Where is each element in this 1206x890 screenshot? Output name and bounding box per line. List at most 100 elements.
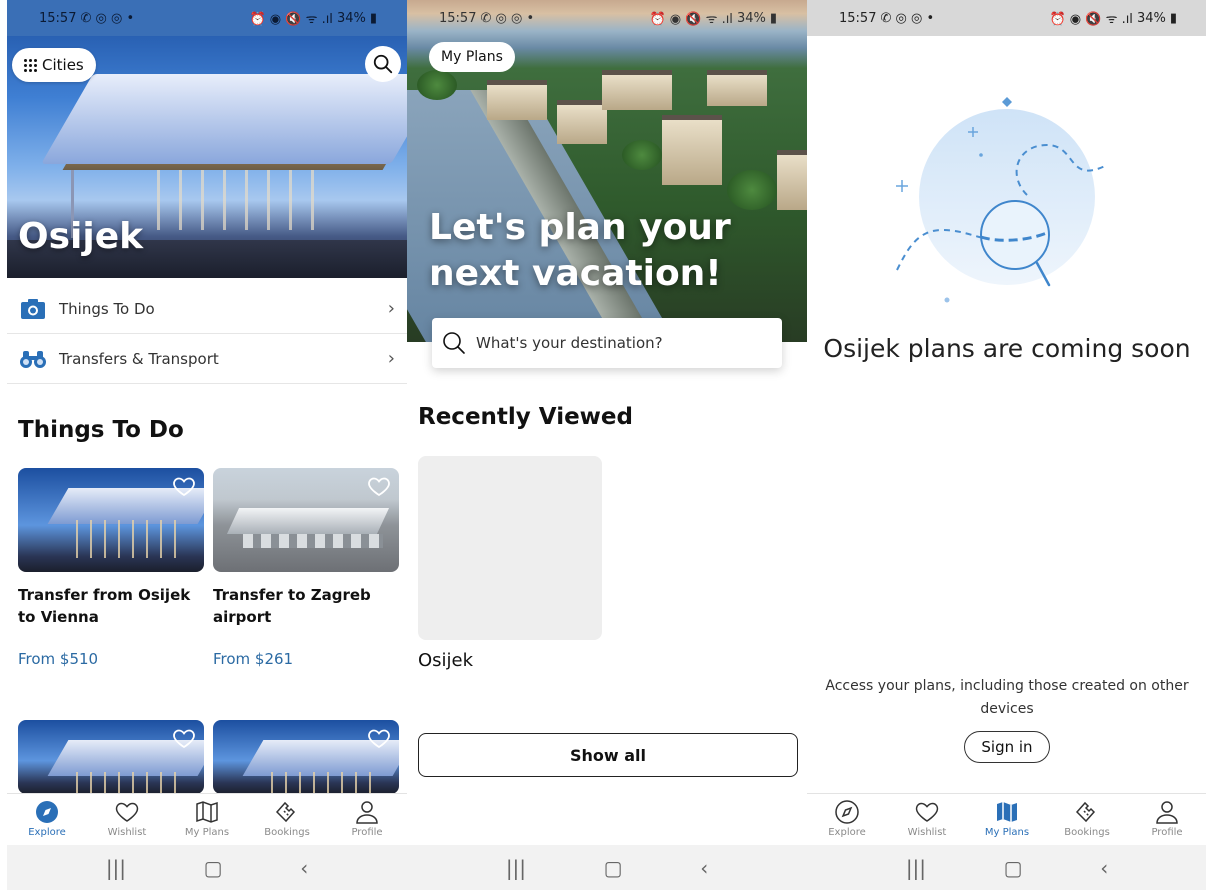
tab-label: Bookings	[1064, 827, 1110, 838]
status-bar: 15:57 ✆ ◎ ◎ • ⏰ ◉ 🔇 ᯤ .ıl 34% ▮	[7, 0, 407, 36]
activity-price: From $261	[213, 650, 294, 668]
activity-image	[213, 720, 399, 794]
destination-search[interactable]: What's your destination?	[432, 318, 782, 368]
sign-in-button[interactable]: Sign in	[964, 731, 1050, 763]
person-icon	[356, 801, 378, 824]
activity-card[interactable]	[18, 720, 204, 794]
tab-wishlist[interactable]: Wishlist	[887, 794, 967, 845]
battery-icon: ▮	[369, 10, 377, 26]
search-button[interactable]	[365, 46, 401, 82]
activity-image	[18, 720, 204, 794]
recent-apps-icon[interactable]: |||	[506, 856, 526, 880]
grid-icon	[24, 58, 37, 72]
heart-icon[interactable]	[367, 726, 391, 750]
tab-label: Profile	[1151, 827, 1183, 838]
cities-label: Cities	[42, 56, 84, 74]
system-icons: ⏰ ◉ 🔇 ᯤ .ıl	[649, 12, 733, 27]
search-placeholder: What's your destination?	[476, 334, 663, 352]
battery-icon: ▮	[769, 10, 777, 26]
tab-bookings[interactable]: Bookings	[1047, 794, 1127, 845]
tab-my-plans[interactable]: My Plans	[967, 794, 1047, 845]
map-search-illustration	[896, 97, 1108, 303]
notification-icons: ✆ ◎ ◎ •	[480, 10, 535, 26]
status-time: 15:57	[439, 10, 477, 26]
city-title: Osijek	[18, 216, 144, 257]
heart-icon[interactable]	[172, 726, 196, 750]
coming-soon-message: Osijek plans are coming soon	[823, 334, 1191, 363]
binoculars-icon	[19, 348, 47, 370]
tab-wishlist[interactable]: Wishlist	[87, 794, 167, 845]
my-plans-empty-screen: 15:57 ✆ ◎ ◎ • ⏰ ◉ 🔇 ᯤ .ıl 34% ▮ Osijek plan…	[807, 0, 1206, 890]
battery-level: 34%	[1136, 10, 1166, 26]
compass-icon	[36, 801, 58, 823]
battery-level: 34%	[336, 10, 366, 26]
row-label: Transfers & Transport	[59, 349, 219, 368]
system-icons: ⏰ ◉ 🔇 ᯤ .ıl	[249, 12, 333, 27]
status-time: 15:57	[839, 10, 877, 26]
notification-icons: ✆ ◎ ◎ •	[80, 10, 135, 26]
activity-price: From $510	[18, 650, 99, 668]
back-icon[interactable]: ‹	[300, 856, 308, 880]
heart-icon[interactable]	[172, 474, 196, 498]
tab-label: My Plans	[984, 827, 1030, 838]
home-icon[interactable]: ▢	[204, 856, 223, 880]
heart-icon	[115, 802, 139, 822]
activity-card[interactable]	[213, 720, 399, 794]
home-icon[interactable]: ▢	[1004, 856, 1023, 880]
my-plans-screen: 15:57 ✆ ◎ ◎ • ⏰ ◉ 🔇 ᯤ .ıl 34% ▮ My Plans Le…	[407, 0, 807, 890]
map-icon	[196, 801, 218, 823]
person-icon	[1156, 801, 1178, 824]
recent-item-image[interactable]	[418, 456, 602, 640]
battery-level: 34%	[736, 10, 766, 26]
system-icons: ⏰ ◉ 🔇 ᯤ .ıl	[1049, 12, 1133, 27]
tab-profile[interactable]: Profile	[327, 794, 407, 845]
tab-label: Bookings	[264, 827, 310, 838]
back-icon[interactable]: ‹	[700, 856, 708, 880]
map-icon	[997, 802, 1017, 822]
recent-item-label[interactable]: Osijek	[418, 650, 473, 671]
tab-label: Wishlist	[907, 827, 947, 838]
heart-icon	[915, 802, 939, 822]
notification-icons: ✆ ◎ ◎ •	[880, 10, 935, 26]
row-things-to-do[interactable]: Things To Do ›	[7, 284, 407, 334]
show-all-button[interactable]: Show all	[418, 733, 798, 777]
tab-my-plans[interactable]: My Plans	[167, 794, 247, 845]
tab-profile[interactable]: Profile	[1127, 794, 1206, 845]
activity-image	[213, 468, 399, 572]
chevron-right-icon: ›	[387, 348, 395, 369]
status-bar: 15:57 ✆ ◎ ◎ • ⏰ ◉ 🔇 ᯤ .ıl 34% ▮	[407, 0, 807, 36]
category-list: Things To Do › Transfers & Transport ›	[7, 284, 407, 384]
battery-icon: ▮	[1169, 10, 1177, 26]
chevron-right-icon: ›	[387, 298, 395, 319]
recent-apps-icon[interactable]: |||	[906, 856, 926, 880]
activity-card[interactable]: Transfer to Zagreb airport From $261	[213, 468, 399, 668]
search-icon	[373, 54, 393, 74]
heart-icon[interactable]	[367, 474, 391, 498]
search-icon	[443, 332, 465, 354]
tab-explore[interactable]: Explore	[7, 794, 87, 845]
my-plans-chip[interactable]: My Plans	[429, 42, 515, 72]
activity-image	[18, 468, 204, 572]
tab-explore[interactable]: Explore	[807, 794, 887, 845]
activity-title: Transfer to Zagreb airport	[213, 586, 371, 626]
recent-apps-icon[interactable]: |||	[106, 856, 126, 880]
system-nav-bar: ||| ▢ ‹	[407, 845, 807, 890]
tab-label: Explore	[28, 827, 66, 838]
camera-icon	[19, 298, 47, 320]
bottom-tab-bar: Explore Wishlist My Plans Bookings Profi…	[807, 793, 1206, 845]
tab-label: Explore	[828, 827, 866, 838]
activity-card[interactable]: Transfer from Osijek to Vienna From $510	[18, 468, 204, 668]
explore-screen: 15:57 ✆ ◎ ◎ • ⏰ ◉ 🔇 ᯤ .ıl 34% ▮ Cities Osij…	[7, 0, 407, 890]
home-icon[interactable]: ▢	[604, 856, 623, 880]
tab-label: Wishlist	[107, 827, 147, 838]
cities-button[interactable]: Cities	[12, 48, 96, 82]
bottom-tab-bar: Explore Wishlist My Plans Bookings Profi…	[7, 793, 407, 845]
tab-label: My Plans	[184, 827, 230, 838]
compass-icon	[835, 800, 859, 824]
row-label: Things To Do	[59, 299, 155, 318]
tab-bookings[interactable]: Bookings	[247, 794, 327, 845]
access-plans-text: Access your plans, including those creat…	[825, 678, 1189, 717]
back-icon[interactable]: ‹	[1100, 856, 1108, 880]
row-transfers-transport[interactable]: Transfers & Transport ›	[7, 334, 407, 384]
activity-title: Transfer from Osijek to Vienna	[18, 586, 191, 626]
